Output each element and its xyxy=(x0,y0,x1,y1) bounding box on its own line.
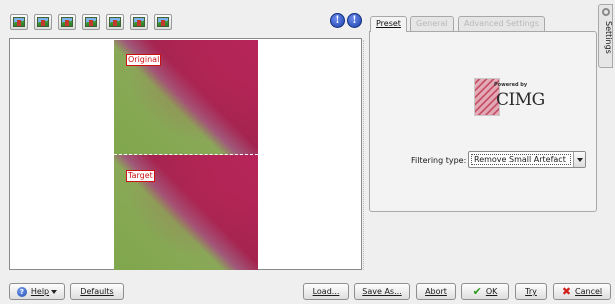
split-horizontal-icon[interactable] xyxy=(58,14,76,30)
split-divider xyxy=(114,154,258,155)
checkmark-icon: ✔ xyxy=(472,285,482,298)
ok-button[interactable]: ✔ OK xyxy=(461,283,509,300)
target-label: Target xyxy=(126,170,155,182)
underexposure-indicator-icon[interactable]: ! xyxy=(347,13,362,28)
settings-side-tab[interactable]: Settings xyxy=(598,4,613,68)
abort-button[interactable]: Abort xyxy=(416,283,456,300)
split-horizontal-duplicate-icon[interactable] xyxy=(106,14,124,30)
tab-preset[interactable]: Preset xyxy=(370,16,407,32)
save-as-button[interactable]: Save As... xyxy=(354,283,410,300)
logo-powered-by: Powered by xyxy=(494,82,528,88)
chevron-down-icon xyxy=(51,289,58,294)
help-button[interactable]: ? Help xyxy=(9,283,65,300)
panel-splitter[interactable] xyxy=(363,40,364,270)
compare-image-icon[interactable] xyxy=(154,14,172,30)
settings-side-tab-label: Settings xyxy=(604,21,613,54)
split-vertical-icon[interactable] xyxy=(34,14,52,30)
settings-icon xyxy=(602,8,610,16)
target-image-icon[interactable] xyxy=(130,14,148,30)
tab-general: General xyxy=(410,16,454,32)
filtering-type-select[interactable]: Remove Small Artefact xyxy=(468,151,586,168)
tab-advanced-settings: Advanced Settings xyxy=(458,16,545,32)
load-button[interactable]: Load... xyxy=(303,283,349,300)
defaults-button[interactable]: Defaults xyxy=(70,283,124,300)
overexposure-indicator-icon[interactable]: ! xyxy=(330,13,345,28)
filtering-type-value: Remove Small Artefact xyxy=(471,154,571,165)
split-vertical-duplicate-icon[interactable] xyxy=(82,14,100,30)
original-image-icon[interactable] xyxy=(10,14,28,30)
logo-name: CIMG xyxy=(496,90,545,110)
original-label: Original xyxy=(126,54,162,66)
preview-panel[interactable]: Original Target xyxy=(9,38,362,270)
preset-tab-pane: Powered by CIMG xyxy=(369,31,597,212)
cimg-logo: Powered by CIMG xyxy=(474,78,545,116)
help-icon: ? xyxy=(16,286,27,297)
try-button[interactable]: Try xyxy=(515,283,547,300)
filtering-type-label: Filtering type: xyxy=(411,156,467,165)
cancel-x-icon: ✖ xyxy=(561,285,572,298)
preview-image[interactable]: Original Target xyxy=(114,40,258,270)
cancel-button[interactable]: ✖ Cancel xyxy=(553,283,611,300)
chevron-down-icon[interactable] xyxy=(573,152,585,167)
